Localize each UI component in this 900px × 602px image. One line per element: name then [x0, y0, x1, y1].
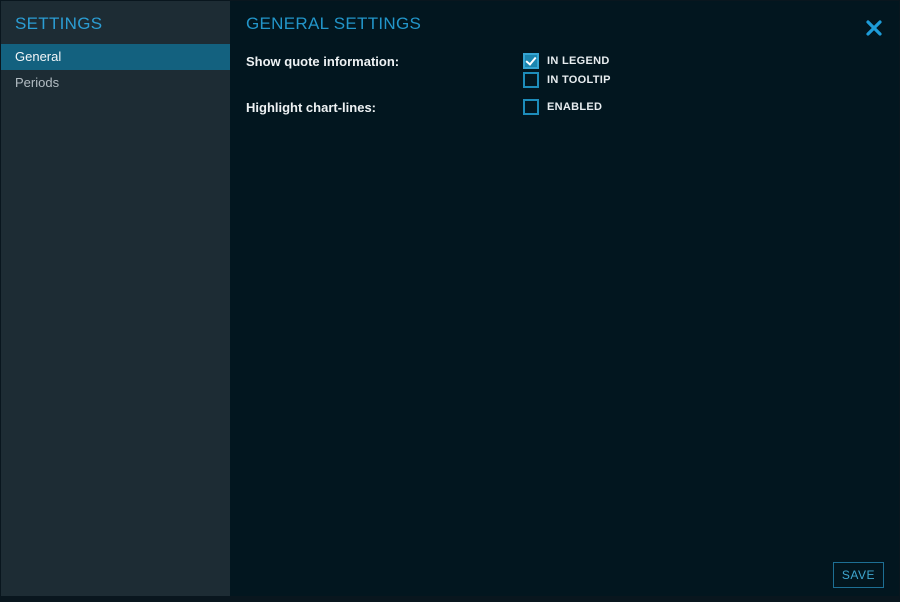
option-enabled[interactable]: ENABLED [523, 99, 602, 115]
option-in-legend[interactable]: IN LEGEND [523, 53, 611, 69]
close-button[interactable] [863, 17, 885, 39]
sidebar-title: SETTINGS [1, 1, 230, 44]
checkbox-enabled[interactable] [523, 99, 539, 115]
option-in-tooltip[interactable]: IN TOOLTIP [523, 72, 611, 88]
checkbox-label: ENABLED [547, 101, 602, 113]
main-panel: GENERAL SETTINGS Show quote information:… [230, 1, 899, 596]
checkbox-in-tooltip[interactable] [523, 72, 539, 88]
settings-dialog: SETTINGS General Periods GENERAL SETTING… [1, 1, 899, 596]
settings-form: Show quote information: IN LEGEND IN TOO… [246, 53, 883, 116]
page-background: SETTINGS General Periods GENERAL SETTING… [0, 0, 900, 602]
sidebar-item-general[interactable]: General [1, 44, 230, 70]
setting-label: Highlight chart-lines: [246, 99, 523, 116]
setting-label: Show quote information: [246, 53, 523, 70]
checkbox-label: IN LEGEND [547, 55, 610, 67]
save-button[interactable]: SAVE [833, 562, 884, 588]
option-group: ENABLED [523, 99, 602, 115]
option-group: IN LEGEND IN TOOLTIP [523, 53, 611, 88]
page-title: GENERAL SETTINGS [246, 1, 883, 34]
checkbox-in-legend[interactable] [523, 53, 539, 69]
setting-row-quote-info: Show quote information: IN LEGEND IN TOO… [246, 53, 883, 88]
setting-row-highlight-chart-lines: Highlight chart-lines: ENABLED [246, 99, 883, 116]
sidebar: SETTINGS General Periods [1, 1, 230, 596]
sidebar-item-periods[interactable]: Periods [1, 70, 230, 96]
checkbox-label: IN TOOLTIP [547, 74, 611, 86]
close-icon [865, 19, 883, 37]
